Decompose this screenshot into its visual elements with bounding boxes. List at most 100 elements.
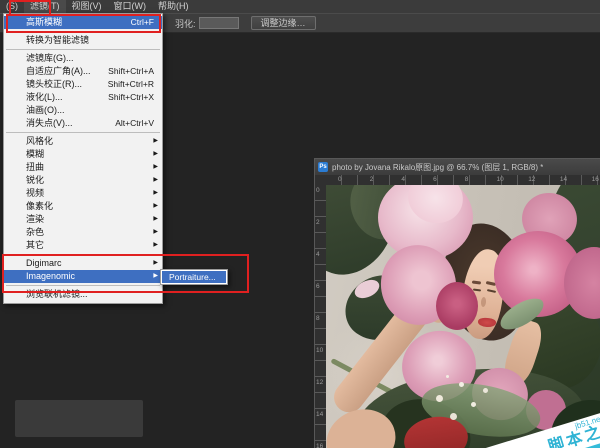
photo-shape (351, 276, 383, 302)
photo-shape (477, 317, 497, 328)
filter-menu-separator (6, 254, 160, 255)
feather-label: 羽化: (175, 18, 196, 29)
menu-bar: (S) 滤镜(T) 视图(V) 窗口(W) 帮助(H) (0, 0, 600, 13)
photo-shape (485, 280, 497, 286)
photo-shape (480, 296, 487, 308)
photo-shape (499, 317, 547, 388)
ruler-h-number: 6 (433, 176, 437, 183)
ruler-v-number: 12 (316, 379, 324, 386)
filter-menu-item-label: 高斯模糊 (26, 17, 63, 27)
submenu-arrow-icon: ▶ (153, 273, 158, 279)
filter-menu-item-12[interactable]: 模糊 ▶ (4, 148, 162, 161)
document-title: photo by Jovana Rikalo原图.jpg @ 66.7% (图层… (332, 162, 544, 172)
filter-menu-item-2[interactable]: 转换为智能滤镜 (4, 34, 162, 47)
canvas-photo[interactable]: jb51.net 脚本之家 (326, 185, 600, 448)
filter-menu-item-7[interactable]: 液化(L)... Shift+Ctrl+X (4, 91, 162, 104)
submenu-arrow-icon: ▶ (153, 203, 158, 209)
ruler-h-number: 0 (338, 176, 342, 183)
photo-shape (326, 399, 405, 448)
menubar-item-4[interactable]: 帮助(H) (152, 0, 195, 13)
photo-shape (486, 289, 497, 293)
filter-menu-item-label: Digimarc (26, 258, 62, 268)
photo-shape (466, 361, 534, 427)
ruler-h-number: 8 (464, 176, 469, 183)
submenu-arrow-icon: ▶ (153, 216, 158, 222)
filter-menu-item-label: 锐化 (26, 175, 45, 185)
photo-shape (330, 357, 417, 408)
filter-menu-item-11[interactable]: 风格化 ▶ (4, 135, 162, 148)
photo-shape (326, 185, 417, 290)
bottom-left-panel (15, 400, 143, 437)
filter-menu-item-16[interactable]: 像素化 ▶ (4, 200, 162, 213)
filter-menu-item-24[interactable]: 浏览联机滤镜... (4, 288, 162, 301)
photo-shape (417, 374, 545, 446)
photo-shape (495, 293, 549, 335)
ruler-h-number: 14 (559, 176, 568, 183)
ruler-h-number: 16 (591, 176, 599, 183)
filter-menu-item-0[interactable]: 高斯模糊 Ctrl+F (4, 16, 162, 29)
filter-menu-item-21[interactable]: Digimarc ▶ (4, 257, 162, 270)
feather-input[interactable] (198, 17, 239, 29)
filter-menu-item-18[interactable]: 杂色 ▶ (4, 226, 162, 239)
filter-menu-item-label: 其它 (26, 240, 45, 250)
menubar-item-3[interactable]: 窗口(W) (108, 0, 153, 13)
filter-menu-item-6[interactable]: 镜头校正(R)... Shift+Ctrl+R (4, 78, 162, 91)
photo-shape (541, 185, 600, 448)
refine-edge-button[interactable]: 调整边缘… (250, 16, 316, 30)
filter-menu-item-13[interactable]: 扭曲 ▶ (4, 161, 162, 174)
filter-menu-item-14[interactable]: 锐化 ▶ (4, 174, 162, 187)
filter-menu-item-19[interactable]: 其它 ▶ (4, 239, 162, 252)
photo-shape (374, 239, 463, 331)
photo-shape (564, 247, 600, 319)
photo-shape (410, 259, 460, 327)
filter-menu-item-5[interactable]: 自适应广角(A)... Shift+Ctrl+A (4, 65, 162, 78)
filter-menu-item-17[interactable]: 渲染 ▶ (4, 213, 162, 226)
submenu-arrow-icon: ▶ (153, 177, 158, 183)
photo-shape (526, 390, 566, 430)
ps-file-icon: Ps (318, 162, 328, 172)
filter-menu-item-4[interactable]: 滤镜库(G)... (4, 52, 162, 65)
watermark: jb51.net 脚本之家 (439, 405, 600, 448)
document-title-bar[interactable]: Ps photo by Jovana Rikalo原图.jpg @ 66.7% … (315, 159, 600, 175)
photo-shape (494, 231, 582, 317)
ruler-v-number: 0 (316, 187, 320, 194)
filter-menu-item-label: 滤镜库(G)... (26, 53, 74, 63)
portraiture-submenu-item-0[interactable]: Portraiture... (161, 270, 227, 284)
filter-menu-item-label: 视频 (26, 188, 45, 198)
photo-shape (326, 305, 446, 445)
photo-shape (378, 185, 473, 260)
photo-shape (517, 188, 582, 250)
submenu-arrow-icon: ▶ (153, 190, 158, 196)
filter-menu-separator (6, 49, 160, 50)
ruler-v-number: 6 (316, 283, 320, 290)
filter-menu-item-22[interactable]: Imagenomic ▶ (4, 270, 162, 283)
photo-shape (335, 262, 423, 352)
portraiture-submenu: Portraiture... (160, 269, 228, 285)
photo-shape (471, 280, 482, 285)
menu-shortcut: Shift+Ctrl+A (108, 66, 154, 76)
watermark-band: jb51.net 脚本之家 (439, 405, 600, 448)
filter-menu-item-label: Imagenomic (26, 271, 76, 281)
photo-shape (508, 289, 600, 401)
photo-shape (401, 412, 471, 448)
photo-shape (402, 185, 469, 230)
photoshop-app: (S) 滤镜(T) 视图(V) 窗口(W) 帮助(H) 羽化: 调整边缘… Ps pho… (0, 0, 600, 448)
menubar-item-0[interactable]: (S) (0, 0, 24, 13)
filter-menu-separator (6, 132, 160, 133)
menubar-item-2[interactable]: 视图(V) (66, 0, 108, 13)
submenu-arrow-icon: ▶ (153, 151, 158, 157)
photo-shape (373, 389, 479, 448)
filter-menu-item-8[interactable]: 油画(O)... (4, 104, 162, 117)
filter-menu-item-15[interactable]: 视频 ▶ (4, 187, 162, 200)
filter-menu-item-label: 风格化 (26, 136, 54, 146)
filter-menu-item-label: 像素化 (26, 201, 54, 211)
ruler-v-number: 14 (316, 411, 324, 418)
ruler-h-number: 4 (401, 176, 406, 183)
filter-menu-separator (6, 31, 160, 32)
menubar-item-1[interactable]: 滤镜(T) (24, 0, 66, 13)
document-window: Ps photo by Jovana Rikalo原图.jpg @ 66.7% … (314, 158, 600, 448)
filter-menu-item-9[interactable]: 消失点(V)... Alt+Ctrl+V (4, 117, 162, 130)
ruler-v-number: 16 (316, 443, 324, 448)
photo-shape (434, 216, 538, 348)
menu-shortcut: Ctrl+F (130, 17, 154, 27)
